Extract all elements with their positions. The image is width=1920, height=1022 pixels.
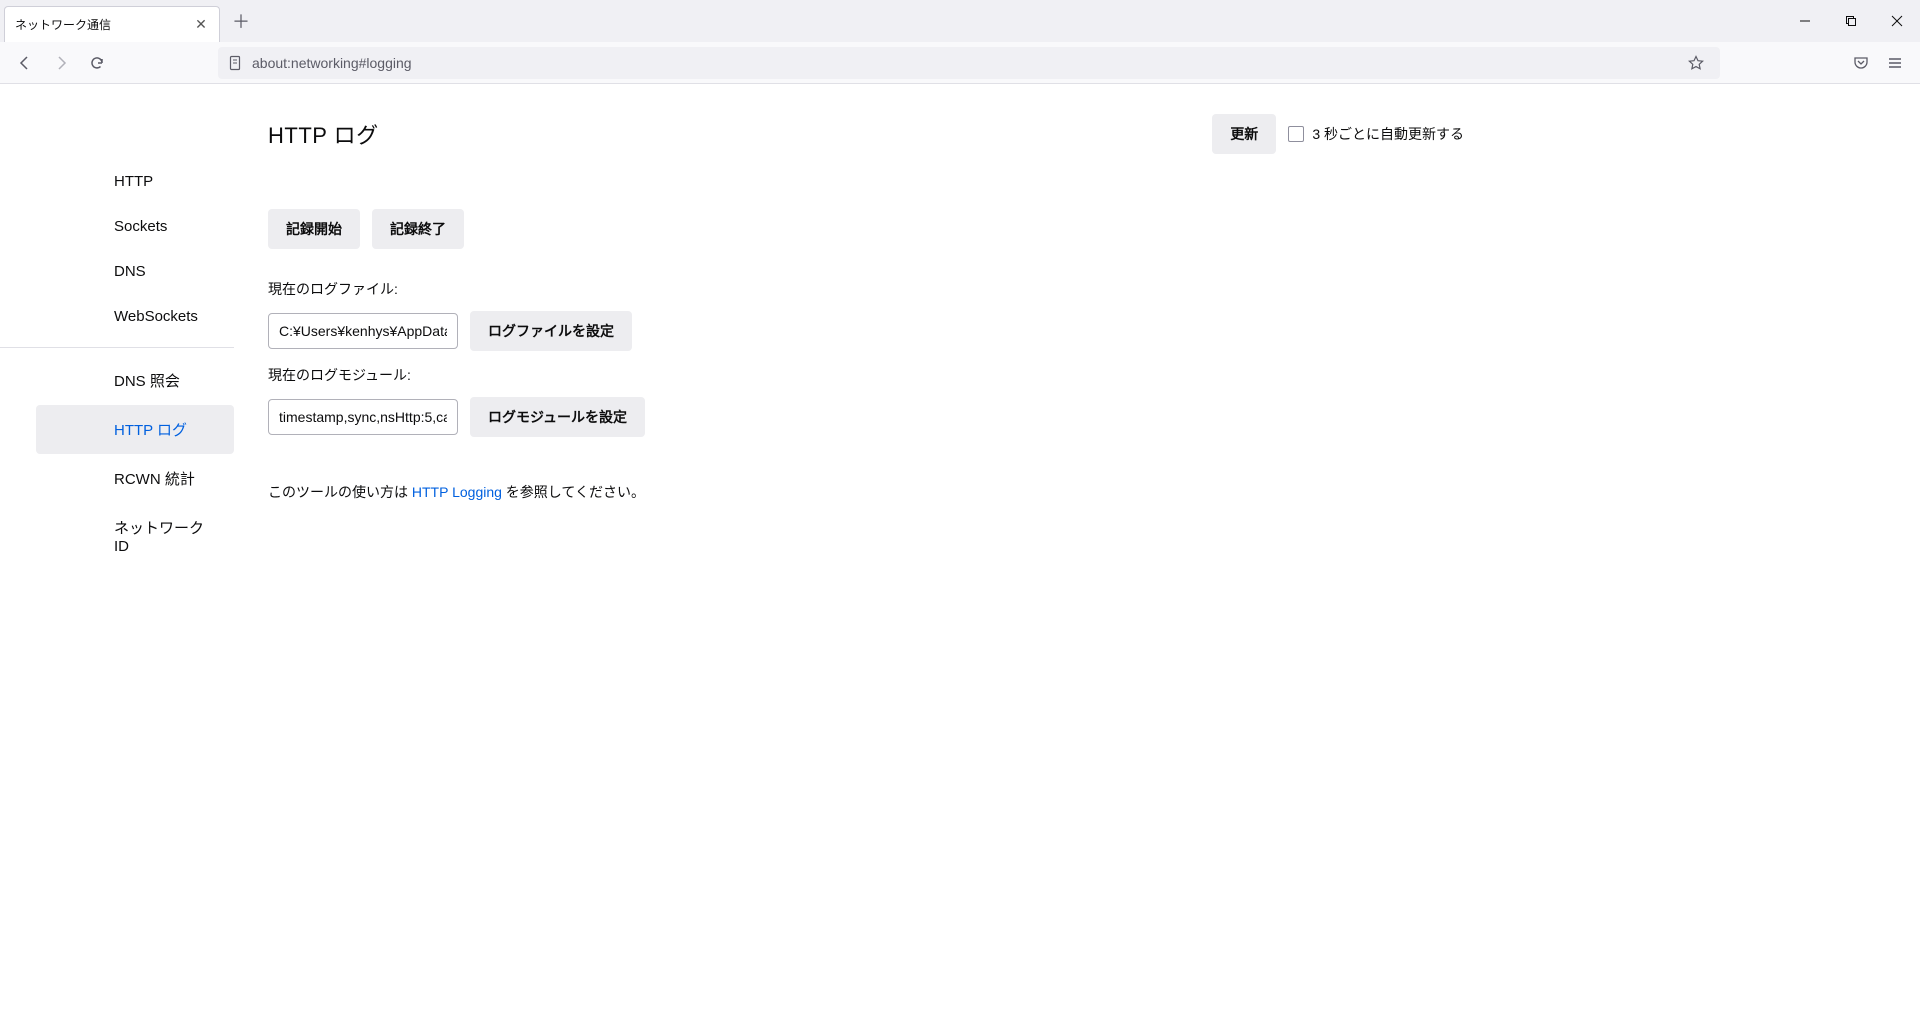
sidebar-item-network-id[interactable]: ネットワーク ID: [36, 503, 234, 569]
log-modules-label: 現在のログモジュール:: [268, 365, 1464, 385]
new-tab-button[interactable]: ＋: [226, 6, 256, 36]
sidebar-item-websockets[interactable]: WebSockets: [36, 294, 234, 339]
page-icon: [228, 55, 244, 71]
tab-title: ネットワーク通信: [15, 16, 193, 33]
page-title: HTTP ログ: [268, 118, 379, 150]
sidebar-item-http-log[interactable]: HTTP ログ: [36, 405, 234, 454]
toolbar: about:networking#logging: [0, 42, 1920, 84]
back-button[interactable]: [10, 48, 40, 78]
bookmark-star-icon[interactable]: [1682, 49, 1710, 77]
sidebar-item-http[interactable]: HTTP: [36, 159, 234, 204]
url-text: about:networking#logging: [252, 55, 1674, 71]
sidebar-divider: [0, 347, 234, 348]
sidebar-item-dns[interactable]: DNS: [36, 249, 234, 294]
auto-refresh-label: 3 秒ごとに自動更新する: [1312, 124, 1464, 144]
forward-button[interactable]: [46, 48, 76, 78]
pocket-button[interactable]: [1846, 48, 1876, 78]
sidebar-item-rcwn-stats[interactable]: RCWN 統計: [36, 454, 234, 503]
sidebar-item-dns-lookup[interactable]: DNS 照会: [36, 356, 234, 405]
start-logging-button[interactable]: 記録開始: [268, 209, 360, 249]
minimize-button[interactable]: [1782, 0, 1828, 42]
url-bar[interactable]: about:networking#logging: [218, 47, 1720, 79]
help-prefix: このツールの使い方は: [268, 484, 412, 500]
window-controls: [1782, 0, 1920, 42]
maximize-button[interactable]: [1828, 0, 1874, 42]
sidebar: HTTP Sockets DNS WebSockets DNS 照会 HTTP …: [0, 84, 234, 569]
http-logging-link[interactable]: HTTP Logging: [412, 484, 502, 500]
close-icon[interactable]: ✕: [193, 17, 209, 33]
titlebar: ネットワーク通信 ✕ ＋: [0, 0, 1920, 42]
browser-tab[interactable]: ネットワーク通信 ✕: [4, 6, 220, 42]
update-button[interactable]: 更新: [1212, 114, 1276, 154]
set-log-file-button[interactable]: ログファイルを設定: [470, 311, 632, 351]
log-file-input[interactable]: [268, 313, 458, 349]
stop-logging-button[interactable]: 記録終了: [372, 209, 464, 249]
help-suffix: を参照してください。: [502, 484, 645, 500]
auto-refresh-checkbox[interactable]: [1288, 126, 1304, 142]
help-text: このツールの使い方は HTTP Logging を参照してください。: [268, 482, 1464, 502]
content: HTTP ログ 更新 3 秒ごとに自動更新する 記録開始 記録終了 現在のログフ…: [234, 84, 1494, 569]
app-menu-button[interactable]: [1880, 48, 1910, 78]
auto-refresh-checkbox-wrap[interactable]: 3 秒ごとに自動更新する: [1288, 124, 1464, 144]
reload-button[interactable]: [82, 48, 112, 78]
sidebar-item-sockets[interactable]: Sockets: [36, 204, 234, 249]
close-window-button[interactable]: [1874, 0, 1920, 42]
log-modules-input[interactable]: [268, 399, 458, 435]
log-file-label: 現在のログファイル:: [268, 279, 1464, 299]
set-log-modules-button[interactable]: ログモジュールを設定: [470, 397, 645, 437]
